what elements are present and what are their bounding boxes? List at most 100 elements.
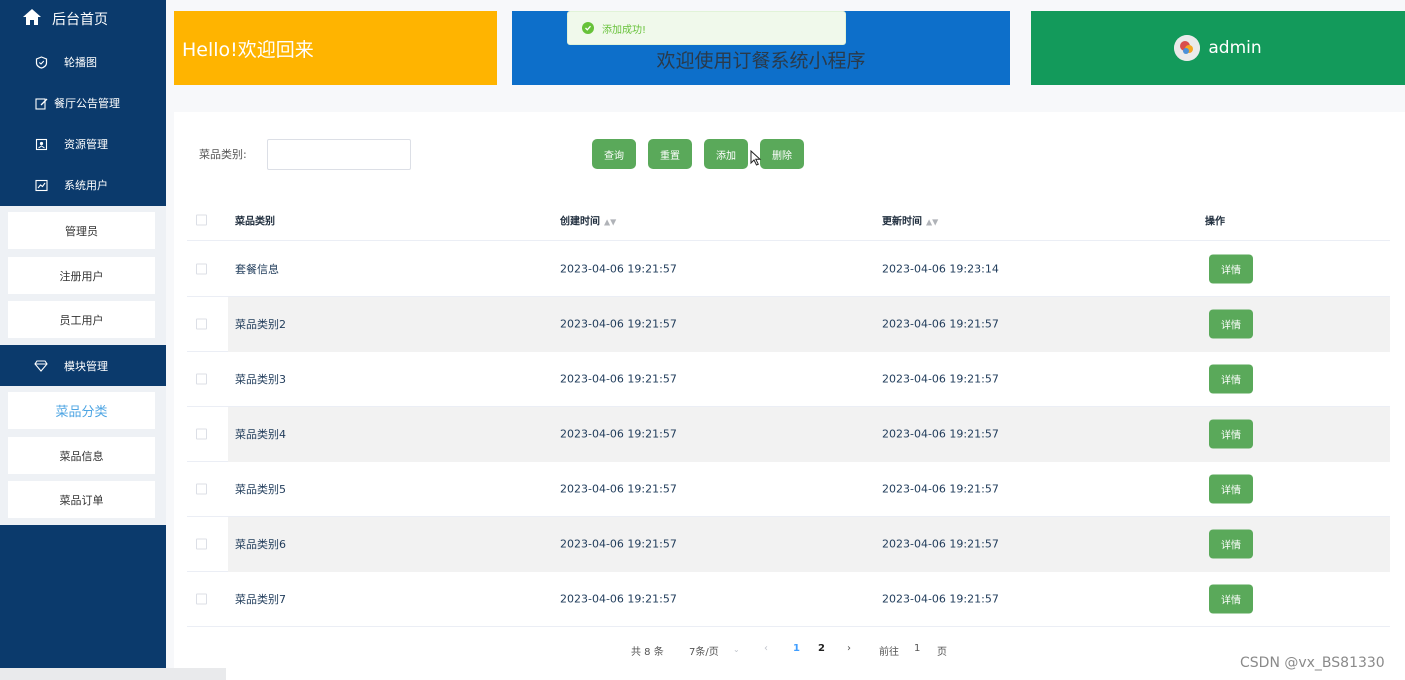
- sidebar-home[interactable]: 后台首页: [0, 0, 166, 38]
- sidebar-item-resources[interactable]: 资源管理: [0, 124, 166, 164]
- row-category: 套餐信息: [235, 263, 279, 276]
- row-checkbox[interactable]: [196, 318, 207, 330]
- header-updated[interactable]: 更新时间 ▲▼: [882, 213, 938, 228]
- submenu-users: 管理员 注册用户 员工用户: [0, 206, 166, 345]
- category-search-input[interactable]: [267, 139, 411, 170]
- user-card[interactable]: admin: [1031, 11, 1405, 85]
- row-created: 2023-04-06 19:21:57: [560, 537, 677, 551]
- submenu-item-staff-users[interactable]: 员工用户: [8, 301, 155, 338]
- row-updated: 2023-04-06 19:21:57: [882, 317, 999, 331]
- shield-icon: [34, 55, 48, 69]
- chart-icon: [34, 178, 48, 192]
- submenu-item-admin[interactable]: 管理员: [8, 212, 155, 249]
- detail-button[interactable]: 详情: [1209, 254, 1253, 284]
- delete-button[interactable]: 删除: [760, 139, 804, 169]
- sidebar-item-label: 模块管理: [64, 360, 108, 373]
- header-action: 操作: [1205, 216, 1225, 228]
- username: admin: [1208, 38, 1262, 58]
- table-header: 菜品类别 创建时间 ▲▼ 更新时间 ▲▼ 操作: [187, 200, 1390, 241]
- detail-button[interactable]: 详情: [1209, 529, 1253, 559]
- toast-message: 添加成功!: [602, 24, 647, 36]
- table-row: 菜品类别7 2023-04-06 19:21:57 2023-04-06 19:…: [187, 572, 1390, 627]
- table-row: 菜品类别6 2023-04-06 19:21:57 2023-04-06 19:…: [187, 517, 1390, 572]
- welcome-text: 欢迎使用订餐系统小程序: [656, 49, 866, 72]
- row-created: 2023-04-06 19:21:57: [560, 427, 677, 441]
- cursor-icon: [750, 150, 762, 166]
- sidebar-item-label: 轮播图: [64, 56, 97, 69]
- row-created: 2023-04-06 19:21:57: [560, 482, 677, 496]
- status-bar: [0, 668, 226, 680]
- submenu-item-dish-info[interactable]: 菜品信息: [8, 437, 155, 474]
- prev-page-icon[interactable]: ‹: [764, 643, 768, 654]
- table-row: 菜品类别2 2023-04-06 19:21:57 2023-04-06 19:…: [187, 297, 1390, 352]
- sidebar-item-system-users[interactable]: 系统用户: [0, 165, 166, 205]
- edit-icon: [34, 96, 48, 110]
- hello-card: Hello!欢迎回来: [174, 11, 497, 85]
- sort-icon[interactable]: ▲▼: [604, 217, 616, 226]
- add-button[interactable]: 添加: [704, 139, 748, 169]
- row-created: 2023-04-06 19:21:57: [560, 592, 677, 606]
- row-checkbox[interactable]: [196, 483, 207, 495]
- header-created[interactable]: 创建时间 ▲▼: [560, 213, 616, 228]
- reset-button[interactable]: 重置: [648, 139, 692, 169]
- row-checkbox[interactable]: [196, 593, 207, 605]
- sidebar-item-label: 餐厅公告管理: [54, 97, 120, 110]
- diamond-icon: [34, 359, 48, 373]
- row-category: 菜品类别7: [235, 593, 286, 606]
- sidebar-home-label: 后台首页: [52, 12, 108, 28]
- sort-icon[interactable]: ▲▼: [926, 217, 938, 226]
- sidebar-item-notice[interactable]: 餐厅公告管理: [0, 83, 166, 123]
- sidebar: 后台首页 轮播图 餐厅公告管理 资源管理 系统用户 管理员 注册用户 员工用户 …: [0, 0, 166, 680]
- header-created-label: 创建时间: [560, 216, 600, 228]
- row-checkbox[interactable]: [196, 373, 207, 385]
- table-row: 菜品类别4 2023-04-06 19:21:57 2023-04-06 19:…: [187, 407, 1390, 462]
- detail-button[interactable]: 详情: [1209, 474, 1253, 504]
- submenu-item-dish-category[interactable]: 菜品分类: [8, 392, 155, 429]
- row-category: 菜品类别3: [235, 373, 286, 386]
- row-created: 2023-04-06 19:21:57: [560, 262, 677, 276]
- row-updated: 2023-04-06 19:21:57: [882, 482, 999, 496]
- sidebar-item-module[interactable]: 模块管理: [0, 346, 166, 386]
- row-checkbox[interactable]: [196, 263, 207, 275]
- header-category: 菜品类别: [235, 216, 275, 228]
- image-icon: [34, 137, 48, 151]
- row-updated: 2023-04-06 19:23:14: [882, 262, 999, 276]
- submenu-item-dish-orders[interactable]: 菜品订单: [8, 481, 155, 518]
- goto-page-input[interactable]: 1: [914, 643, 920, 654]
- search-label: 菜品类别:: [199, 148, 247, 161]
- hello-text: Hello!欢迎回来: [182, 38, 314, 61]
- home-icon: [22, 8, 42, 30]
- sidebar-item-label: 资源管理: [64, 138, 108, 151]
- page-1[interactable]: 1: [793, 643, 800, 654]
- goto-suffix: 页: [937, 647, 947, 658]
- sidebar-item-carousel[interactable]: 轮播图: [0, 42, 166, 82]
- row-category: 菜品类别5: [235, 483, 286, 496]
- row-checkbox[interactable]: [196, 538, 207, 550]
- header-updated-label: 更新时间: [882, 216, 922, 228]
- row-checkbox[interactable]: [196, 428, 207, 440]
- row-created: 2023-04-06 19:21:57: [560, 372, 677, 386]
- query-button[interactable]: 查询: [592, 139, 636, 169]
- page-2[interactable]: 2: [818, 643, 825, 654]
- next-page-icon[interactable]: ›: [847, 643, 851, 654]
- sidebar-item-label: 系统用户: [64, 179, 108, 192]
- select-all-checkbox[interactable]: [196, 214, 207, 226]
- row-category: 菜品类别6: [235, 538, 286, 551]
- detail-button[interactable]: 详情: [1209, 419, 1253, 449]
- table-row: 菜品类别5 2023-04-06 19:21:57 2023-04-06 19:…: [187, 462, 1390, 517]
- submenu-module: 菜品分类 菜品信息 菜品订单: [0, 386, 166, 525]
- table-row: 套餐信息 2023-04-06 19:21:57 2023-04-06 19:2…: [187, 242, 1390, 297]
- row-updated: 2023-04-06 19:21:57: [882, 372, 999, 386]
- detail-button[interactable]: 详情: [1209, 309, 1253, 339]
- row-created: 2023-04-06 19:21:57: [560, 317, 677, 331]
- avatar: [1174, 35, 1201, 61]
- row-category: 菜品类别2: [235, 318, 286, 331]
- detail-button[interactable]: 详情: [1209, 364, 1253, 394]
- page-size-select[interactable]: 7条/页: [689, 643, 719, 658]
- row-updated: 2023-04-06 19:21:57: [882, 592, 999, 606]
- detail-button[interactable]: 详情: [1209, 584, 1253, 614]
- row-updated: 2023-04-06 19:21:57: [882, 427, 999, 441]
- submenu-item-registered-users[interactable]: 注册用户: [8, 257, 155, 294]
- watermark: CSDN @vx_BS81330: [1240, 655, 1385, 671]
- chevron-down-icon[interactable]: ⌄: [733, 645, 740, 654]
